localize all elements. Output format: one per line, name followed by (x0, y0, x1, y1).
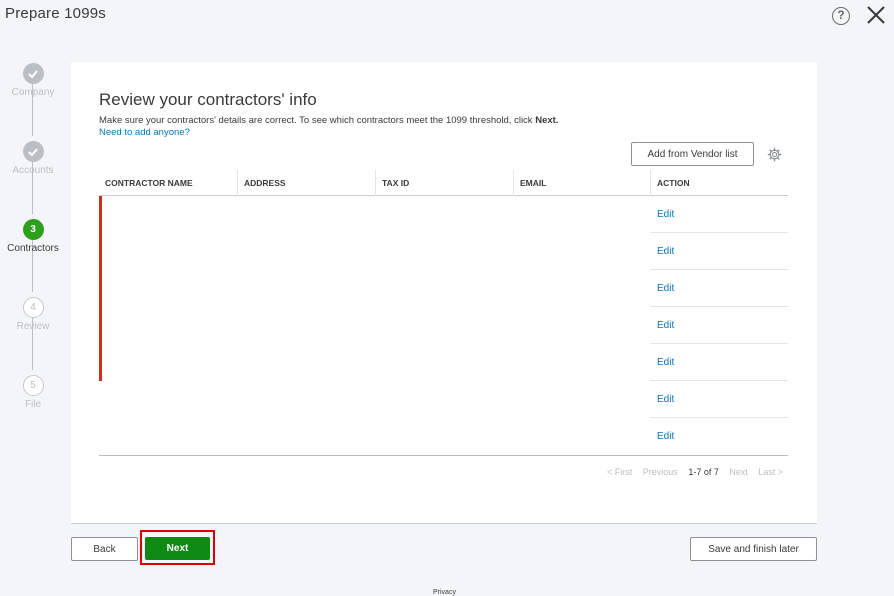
next-button-highlight: Next (140, 530, 215, 565)
pager-first[interactable]: < First (607, 467, 632, 477)
step-number: 4 (22, 297, 44, 318)
step-label: File (24, 399, 42, 410)
error-flag (99, 196, 102, 233)
error-flag (99, 270, 102, 307)
table-row: Edit (99, 344, 788, 381)
edit-link[interactable]: Edit (657, 320, 674, 331)
save-and-finish-later-button[interactable]: Save and finish later (690, 537, 817, 561)
section-heading: Review your contractors' info (99, 90, 317, 109)
column-header-action: ACTION (650, 170, 788, 196)
table-row: Edit (99, 418, 788, 455)
column-header-tax-id[interactable]: TAX ID (375, 170, 513, 196)
step-number: 5 (22, 375, 44, 396)
table-row: Edit (99, 270, 788, 307)
instructions-text-main: Make sure your contractors' details are … (99, 115, 536, 126)
table-header: CONTRACTOR NAME ADDRESS TAX ID EMAIL ACT… (99, 170, 788, 196)
next-button[interactable]: Next (145, 537, 210, 560)
page-title: Prepare 1099s (5, 5, 107, 22)
step-number: 3 (22, 219, 44, 240)
instructions-text: Make sure your contractors' details are … (99, 115, 558, 126)
step-label: Review (16, 321, 50, 332)
table-row: Edit (99, 233, 788, 270)
contractors-card: Review your contractors' info Make sure … (71, 62, 817, 524)
instructions-text-bold: Next. (535, 115, 559, 126)
table-row: Edit (99, 381, 788, 418)
close-icon[interactable] (864, 3, 888, 27)
error-flag (99, 233, 102, 270)
add-from-vendor-list-button[interactable]: Add from Vendor list (631, 142, 754, 166)
add-anyone-link[interactable]: Need to add anyone? (99, 127, 190, 138)
edit-link[interactable]: Edit (657, 357, 674, 368)
contractors-table: CONTRACTOR NAME ADDRESS TAX ID EMAIL ACT… (99, 170, 788, 456)
gear-icon[interactable] (767, 147, 782, 162)
step-label: Accounts (12, 165, 54, 176)
edit-link[interactable]: Edit (657, 246, 674, 257)
back-button[interactable]: Back (71, 537, 138, 561)
table-bottom-border (99, 455, 788, 456)
column-header-contractor-name[interactable]: CONTRACTOR NAME (99, 170, 237, 196)
edit-link[interactable]: Edit (657, 283, 674, 294)
step-accounts[interactable]: Accounts (0, 141, 66, 176)
pager-previous[interactable]: Previous (643, 467, 678, 477)
pager-last[interactable]: Last > (758, 467, 783, 477)
table-row: Edit (99, 196, 788, 233)
check-icon (22, 63, 44, 84)
step-label: Company (11, 87, 55, 98)
pager-count: 1-7 of 7 (688, 467, 719, 477)
edit-link[interactable]: Edit (657, 394, 674, 405)
help-icon[interactable]: ? (832, 7, 850, 25)
pager-next[interactable]: Next (729, 467, 748, 477)
privacy-link[interactable]: Privacy (433, 589, 456, 596)
step-review: 4 Review (0, 297, 66, 332)
edit-link[interactable]: Edit (657, 431, 674, 442)
check-icon (22, 141, 44, 162)
table-row: Edit (99, 307, 788, 344)
error-flag (99, 344, 102, 381)
error-flag (99, 307, 102, 344)
pagination: < First Previous 1-7 of 7 Next Last > (607, 467, 791, 477)
column-header-address[interactable]: ADDRESS (237, 170, 375, 196)
edit-link[interactable]: Edit (657, 209, 674, 220)
step-label: Contractors (7, 243, 59, 254)
column-header-email[interactable]: EMAIL (513, 170, 650, 196)
step-file: 5 File (0, 375, 66, 410)
step-contractors: 3 Contractors (0, 219, 66, 254)
step-company[interactable]: Company (0, 63, 66, 98)
